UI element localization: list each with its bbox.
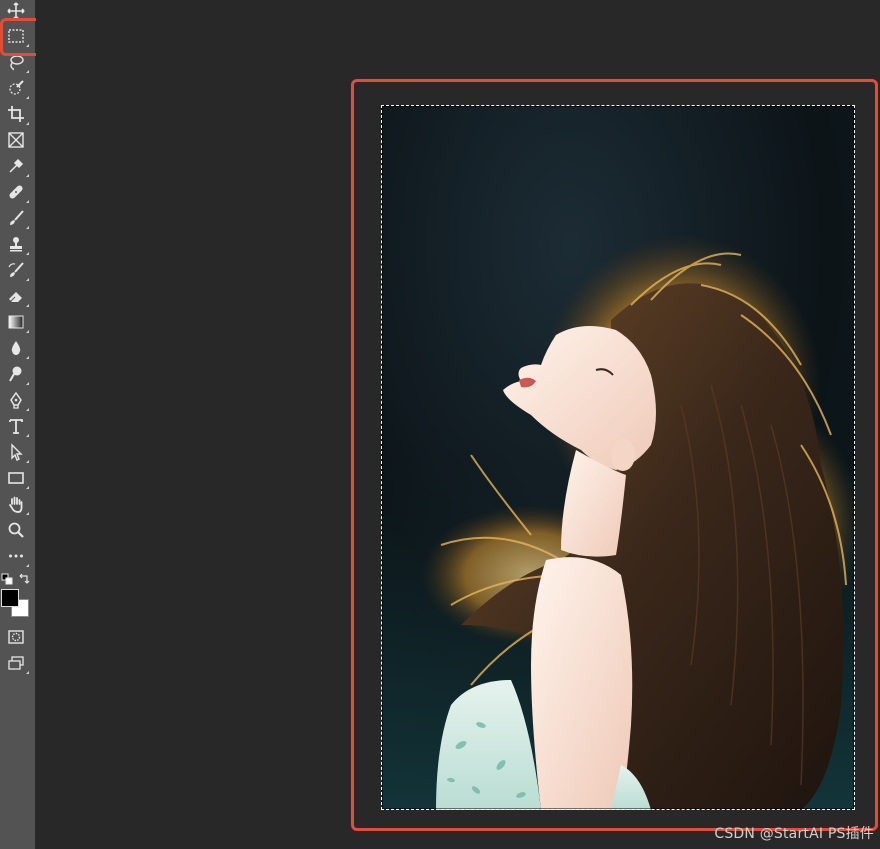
crop-icon — [8, 106, 24, 122]
flyout-indicator — [26, 70, 29, 73]
eraser-tool[interactable] — [4, 285, 29, 307]
pen-icon — [10, 391, 22, 409]
history-brush-icon — [8, 262, 24, 277]
eyedropper-tool[interactable] — [4, 155, 29, 177]
dodge-icon — [9, 366, 22, 382]
quick-mask-icon — [8, 630, 24, 644]
flyout-indicator — [26, 671, 29, 674]
history-brush-tool[interactable] — [4, 259, 29, 281]
arrow-icon — [11, 443, 23, 461]
rectangle-tool[interactable] — [4, 467, 29, 489]
zoom-icon — [8, 522, 24, 538]
swap-colors-icon[interactable] — [18, 573, 30, 585]
flyout-indicator — [26, 330, 29, 333]
flyout-indicator — [26, 226, 29, 229]
flyout-indicator — [26, 512, 29, 515]
flyout-indicator — [26, 252, 29, 255]
image-callout-frame — [351, 79, 878, 831]
flyout-indicator — [26, 200, 29, 203]
gradient-icon — [8, 315, 24, 329]
hand-icon — [9, 496, 23, 513]
color-swatches — [0, 573, 36, 621]
path-selection-tool[interactable] — [4, 441, 29, 463]
blur-tool[interactable] — [4, 337, 29, 359]
flyout-indicator — [26, 174, 29, 177]
crop-tool[interactable] — [4, 103, 29, 125]
frame-icon — [8, 132, 24, 148]
flyout-indicator — [26, 96, 29, 99]
tools-panel — [0, 0, 36, 849]
drop-icon — [11, 341, 21, 355]
flyout-indicator — [26, 460, 29, 463]
quick-selection-icon — [9, 80, 24, 95]
pen-tool[interactable] — [4, 389, 29, 411]
brush-tool[interactable] — [4, 207, 29, 229]
foreground-color-swatch[interactable] — [1, 589, 19, 607]
bandage-icon — [9, 185, 23, 199]
flyout-indicator — [26, 122, 29, 125]
more-icon — [9, 554, 23, 558]
brush-icon — [10, 210, 24, 225]
healing-brush-tool[interactable] — [4, 181, 29, 203]
flyout-indicator — [26, 564, 29, 567]
flyout-indicator — [26, 304, 29, 307]
quick-selection-tool[interactable] — [4, 77, 29, 99]
type-tool[interactable] — [4, 415, 29, 437]
zoom-tool[interactable] — [4, 519, 28, 541]
flyout-indicator — [26, 278, 29, 281]
flyout-indicator — [26, 486, 29, 489]
flyout-indicator — [26, 408, 29, 411]
hand-tool[interactable] — [4, 493, 29, 515]
flyout-indicator — [26, 356, 29, 359]
eyedropper-icon — [9, 158, 24, 173]
type-icon — [9, 419, 23, 434]
quick-mask-toggle[interactable] — [4, 626, 28, 648]
edit-toolbar[interactable] — [4, 545, 29, 567]
clone-stamp-tool[interactable] — [4, 233, 29, 255]
screen-mode-button[interactable] — [4, 652, 29, 674]
flyout-indicator — [26, 382, 29, 385]
stamp-icon — [10, 237, 22, 252]
dodge-tool[interactable] — [4, 363, 29, 385]
gradient-tool[interactable] — [4, 311, 29, 333]
watermark-text: CSDN @StartAI PS插件 — [714, 826, 874, 842]
rectangle-icon — [8, 472, 24, 484]
default-colors-icon[interactable] — [1, 573, 13, 585]
eraser-icon — [9, 292, 22, 302]
screen-mode-icon — [8, 656, 24, 670]
flyout-indicator — [26, 434, 29, 437]
frame-tool[interactable] — [4, 129, 28, 151]
